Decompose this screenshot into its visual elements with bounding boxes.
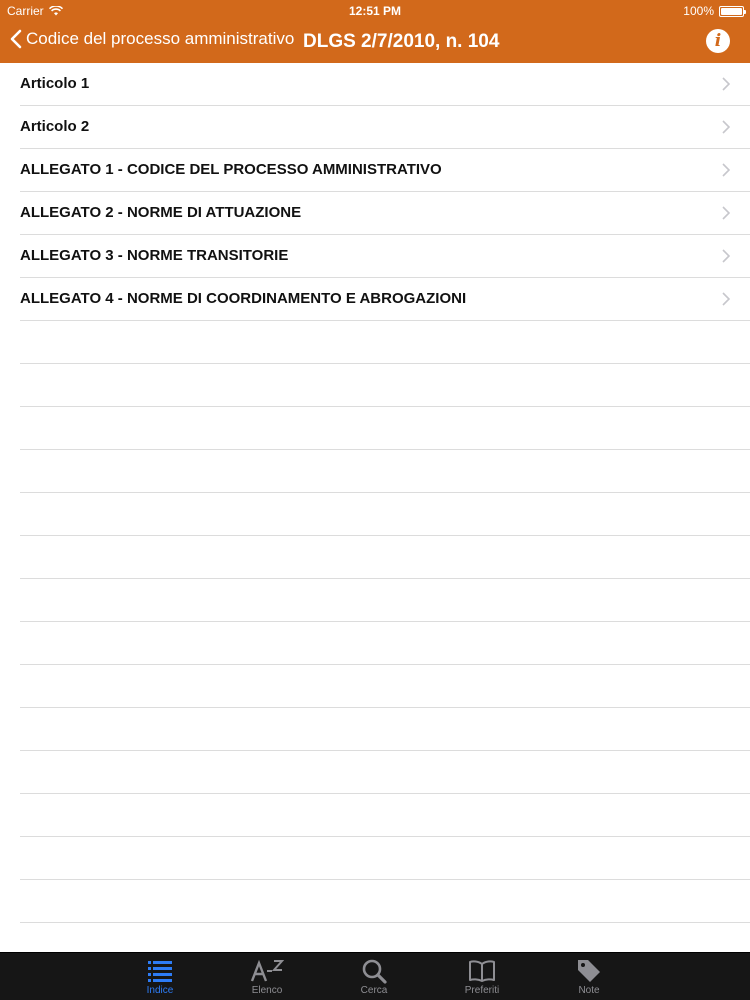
empty-row — [20, 450, 750, 493]
chevron-right-icon — [722, 206, 730, 220]
empty-row — [20, 923, 750, 952]
chevron-right-icon — [722, 292, 730, 306]
nav-title: DLGS 2/7/2010, n. 104 — [303, 31, 500, 52]
empty-row — [20, 579, 750, 622]
empty-row — [20, 751, 750, 794]
list-item[interactable]: Articolo 2 — [20, 106, 750, 149]
list-item[interactable]: ALLEGATO 4 - NORME DI COORDINAMENTO E AB… — [20, 278, 750, 321]
list-item-label: ALLEGATO 3 - NORME TRANSITORIE — [20, 247, 289, 264]
book-icon — [469, 960, 495, 982]
tag-icon — [578, 960, 600, 982]
list-icon — [148, 961, 172, 982]
tab-label: Cerca — [360, 985, 388, 996]
empty-row — [20, 321, 750, 364]
empty-row — [20, 536, 750, 579]
tab-label: Elenco — [251, 985, 283, 996]
tab-elenco[interactable]: Elenco — [227, 957, 307, 996]
status-right: 100% — [683, 4, 746, 18]
empty-row — [20, 708, 750, 751]
empty-row — [20, 837, 750, 880]
status-bar: Carrier 12:51 PM 100% — [0, 0, 750, 22]
empty-row — [20, 493, 750, 536]
tab-label: Note — [578, 985, 600, 996]
back-button[interactable]: Codice del processo amministrativo — [10, 29, 294, 49]
empty-row — [20, 622, 750, 665]
list-item-label: Articolo 1 — [20, 75, 90, 92]
battery-percent: 100% — [683, 4, 714, 18]
tab-bar: Indice Elenco Cerca Preferiti Note — [0, 952, 750, 1000]
chevron-right-icon — [722, 163, 730, 177]
tab-note[interactable]: Note — [549, 957, 629, 996]
info-button[interactable]: i — [706, 29, 730, 53]
list-item-label: Articolo 2 — [20, 118, 90, 135]
empty-row — [20, 880, 750, 923]
list-item-label: ALLEGATO 1 - CODICE DEL PROCESSO AMMINIS… — [20, 161, 442, 178]
search-icon — [362, 959, 387, 984]
nav-bar: Codice del processo amministrativo DLGS … — [0, 22, 750, 63]
status-time: 12:51 PM — [348, 4, 402, 18]
list-item[interactable]: ALLEGATO 2 - NORME DI ATTUAZIONE — [20, 192, 750, 235]
info-icon: i — [714, 31, 722, 51]
top-bar: Carrier 12:51 PM 100% Codice del process… — [0, 0, 750, 63]
tab-label: Indice — [146, 985, 174, 996]
battery-icon — [719, 5, 746, 17]
empty-row — [20, 407, 750, 450]
back-button-label: Codice del processo amministrativo — [26, 29, 295, 48]
list-item[interactable]: ALLEGATO 1 - CODICE DEL PROCESSO AMMINIS… — [20, 149, 750, 192]
chevron-right-icon — [722, 249, 730, 263]
chevron-right-icon — [722, 77, 730, 91]
empty-row — [20, 364, 750, 407]
list-item[interactable]: ALLEGATO 3 - NORME TRANSITORIE — [20, 235, 750, 278]
index-list: Articolo 1 Articolo 2 ALLEGATO 1 - CODIC… — [0, 63, 750, 952]
empty-row — [20, 665, 750, 708]
list-item-label: ALLEGATO 4 - NORME DI COORDINAMENTO E AB… — [20, 290, 467, 307]
tab-label: Preferiti — [464, 985, 500, 996]
chevron-left-icon — [10, 29, 22, 49]
empty-row — [20, 794, 750, 837]
chevron-right-icon — [722, 120, 730, 134]
a-z-icon — [250, 959, 284, 982]
tab-cerca[interactable]: Cerca — [334, 957, 414, 996]
list-item-label: ALLEGATO 2 - NORME DI ATTUAZIONE — [20, 204, 302, 221]
list-item[interactable]: Articolo 1 — [20, 63, 750, 106]
tab-indice[interactable]: Indice — [120, 957, 200, 996]
tab-preferiti[interactable]: Preferiti — [442, 957, 522, 996]
